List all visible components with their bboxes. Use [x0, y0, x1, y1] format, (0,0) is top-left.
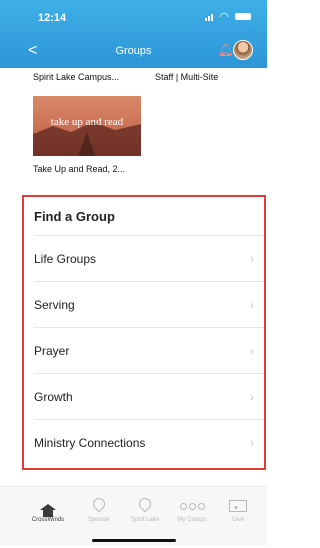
status-icons: ◠ [205, 10, 251, 23]
wifi-icon: ◠ [219, 11, 229, 23]
panel-title: Find a Group [34, 209, 115, 224]
group-item-serving[interactable]: Serving › [34, 283, 254, 327]
group-item-growth[interactable]: Growth › [34, 375, 254, 419]
divider [34, 419, 264, 420]
chevron-right-icon: › [250, 344, 254, 358]
tab-my-groups[interactable]: My Groups [168, 495, 216, 523]
tab-label: My Groups [177, 517, 207, 523]
location-pin-icon [121, 495, 169, 515]
group-item-label: Serving [34, 298, 75, 312]
tab-label: Spencer [87, 517, 111, 523]
chevron-right-icon: › [250, 390, 254, 404]
group-item-label: Prayer [34, 344, 70, 358]
campus-role: Staff | Multi-Site [155, 72, 219, 82]
notification-bell-icon[interactable]: 🔔︎ [217, 42, 234, 58]
avatar[interactable] [233, 40, 253, 60]
divider [34, 235, 264, 236]
group-item-label: Ministry Connections [34, 436, 146, 450]
battery-icon [235, 13, 251, 20]
group-item-label: Life Groups [34, 252, 97, 266]
group-image-card[interactable]: take up and read [33, 96, 141, 156]
location-pin-icon [75, 495, 123, 515]
tab-label: CrossWinds [31, 517, 65, 523]
chevron-right-icon: › [250, 436, 254, 450]
chevron-right-icon: › [250, 252, 254, 266]
signal-icon [205, 13, 214, 21]
group-item-life-groups[interactable]: Life Groups › [34, 237, 254, 281]
divider [34, 327, 264, 328]
divider [34, 281, 264, 282]
group-item-prayer[interactable]: Prayer › [34, 329, 254, 373]
tab-crosswinds[interactable]: CrossWinds [24, 495, 72, 523]
home-icon [24, 495, 72, 517]
bottom-tab-bar: CrossWinds Spencer Spirit Lake My Groups… [0, 486, 267, 545]
tab-label: Spirit Lake [130, 517, 160, 523]
chevron-right-icon: › [250, 298, 254, 312]
image-overlay-text: take up and read [50, 116, 124, 128]
group-item-ministry-connections[interactable]: Ministry Connections › [34, 421, 254, 465]
tab-give[interactable]: Give [214, 495, 262, 523]
divider [34, 373, 264, 374]
campus-row[interactable]: Spirit Lake Campus... Staff | Multi-Site [33, 72, 218, 82]
tab-spirit-lake[interactable]: Spirit Lake [121, 495, 169, 523]
home-indicator [92, 539, 176, 542]
status-time: 12:14 [38, 12, 67, 24]
group-item-label: Growth [34, 390, 73, 404]
campus-name: Spirit Lake Campus... [33, 72, 120, 82]
find-a-group-panel: Find a Group Life Groups › Serving › Pra… [22, 195, 266, 470]
tab-spencer[interactable]: Spencer [75, 495, 123, 523]
card-caption[interactable]: Take Up and Read, 2... [33, 164, 125, 174]
app-header: 12:14 ◠ < Groups 🔔︎ [0, 0, 267, 68]
give-icon [214, 495, 262, 519]
people-icon [168, 495, 216, 515]
